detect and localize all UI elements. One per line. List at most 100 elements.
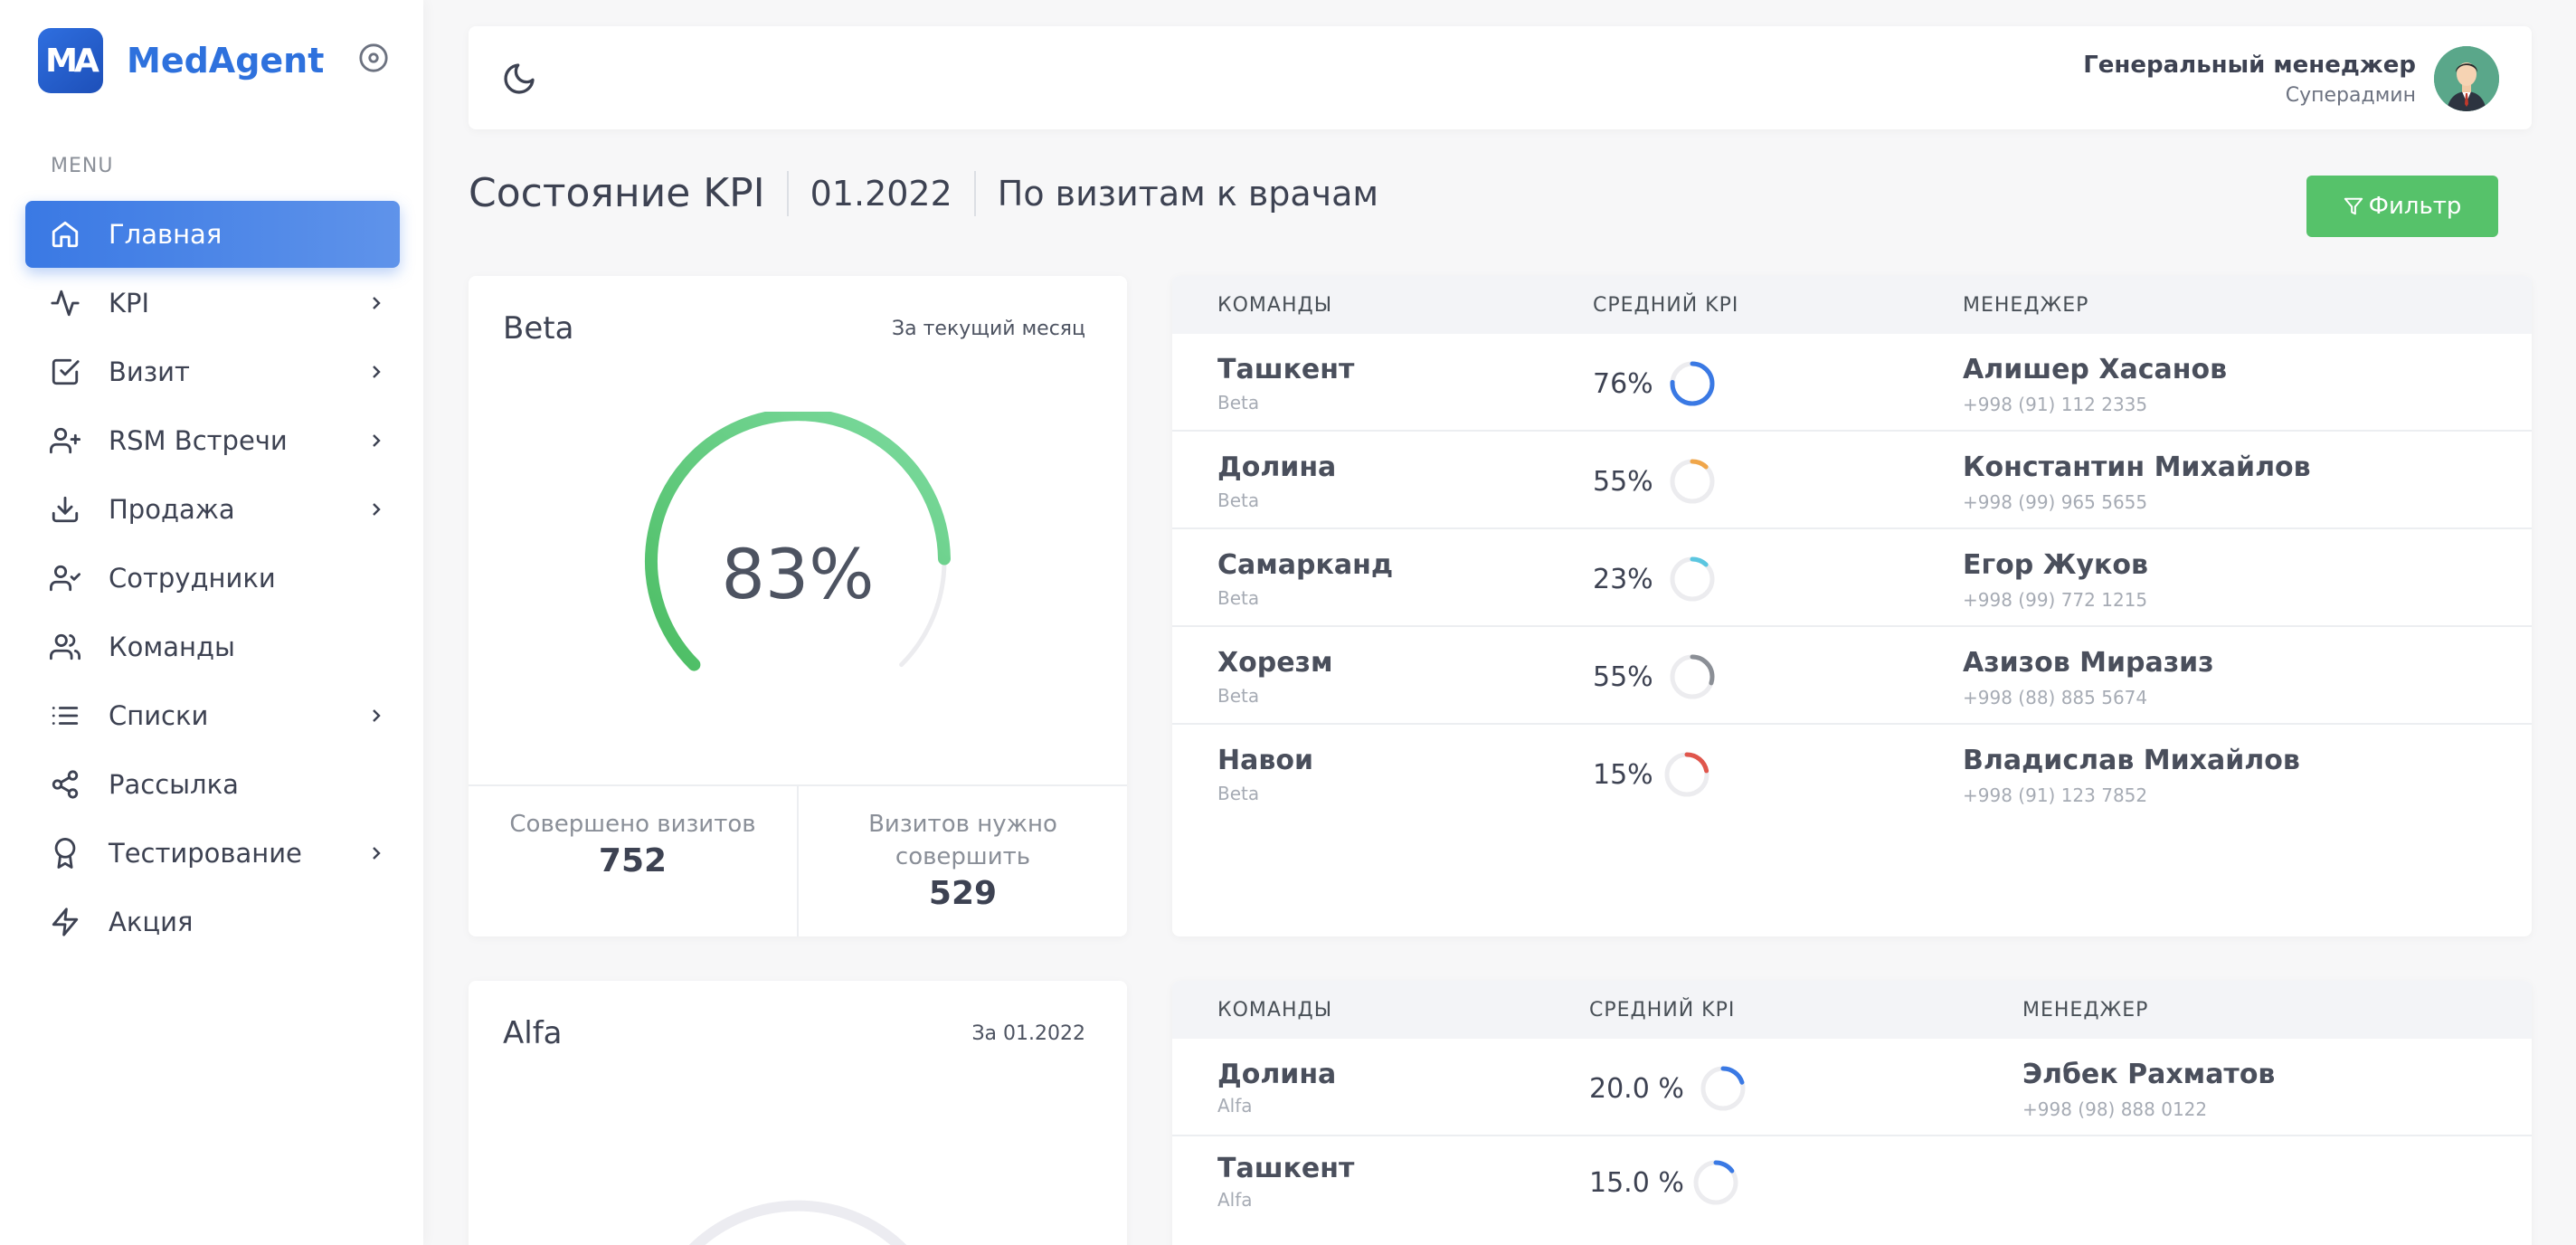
- card-period: За текущий месяц: [892, 317, 1085, 340]
- dark-mode-moon-icon[interactable]: [501, 61, 537, 97]
- kpi-value: 15.0 %: [1589, 1167, 1684, 1199]
- award-icon: [49, 837, 81, 870]
- kpi-ring: [1670, 361, 1715, 406]
- card-period: За 01.2022: [971, 1022, 1085, 1045]
- table-row[interactable]: Долина Alfa 20.0 % Элбек Рахматов +998 (…: [1172, 1039, 2532, 1136]
- team-group: Beta: [1217, 489, 1260, 511]
- kpi-gauge: [688, 1200, 907, 1245]
- card-title: Beta: [503, 310, 574, 347]
- sidebar-item-label: Продажа: [109, 494, 235, 525]
- sidebar-item-testing[interactable]: Тестирование: [25, 820, 400, 887]
- teams-kpi-table-beta: КОМАНДЫ СРЕДНИЙ KPI МЕНЕДЖЕР Ташкент Bet…: [1172, 276, 2532, 936]
- manager-phone: +998 (98) 888 0122: [2022, 1098, 2208, 1120]
- kpi-card-alfa: Alfa За 01.2022: [469, 981, 1127, 1245]
- team-group: Beta: [1217, 587, 1260, 609]
- chevron-right-icon: [373, 366, 381, 378]
- gauge-track: [688, 1200, 907, 1245]
- team-name: Хорезм: [1217, 647, 1333, 679]
- card-title: Alfa: [503, 1015, 563, 1051]
- kpi-ring: [1693, 1160, 1738, 1205]
- sidebar-item-lists[interactable]: Списки: [25, 682, 400, 749]
- team-group: Beta: [1217, 783, 1260, 804]
- divider: [786, 170, 789, 216]
- manager-name: Алишер Хасанов: [1963, 354, 2228, 385]
- sidebar-item-rsm-meetings[interactable]: RSM Встречи: [25, 407, 400, 474]
- activity-icon: [49, 287, 81, 319]
- sidebar-item-visit[interactable]: Визит: [25, 338, 400, 405]
- team-group: Beta: [1217, 392, 1260, 413]
- team-name: Навои: [1217, 745, 1313, 776]
- home-icon: [49, 218, 81, 251]
- sidebar-item-home[interactable]: Главная: [25, 201, 400, 268]
- sidebar-item-mailing[interactable]: Рассылка: [25, 751, 400, 818]
- sidebar-item-label: KPI: [109, 288, 150, 318]
- team-name: Ташкент: [1217, 1153, 1355, 1184]
- table-row[interactable]: Навои Beta 15% Владислав Михайлов +998 (…: [1172, 725, 2532, 822]
- card-footer: Совершено визитов 752 Визитов нужно сове…: [469, 784, 1127, 936]
- topbar: Генеральный менеджер Суперадмин: [469, 26, 2532, 129]
- manager-name: Элбек Рахматов: [2022, 1059, 2276, 1090]
- menu-title: MENU: [51, 155, 114, 177]
- page-header: Состояние KPI 01.2022 По визитам к врача…: [469, 170, 1378, 216]
- manager-phone: +998 (91) 112 2335: [1963, 394, 2148, 415]
- share-icon: [49, 768, 81, 801]
- table-row[interactable]: Самарканд Beta 23% Егор Жуков +998 (99) …: [1172, 529, 2532, 627]
- teams-kpi-table-alfa: КОМАНДЫ СРЕДНИЙ KPI МЕНЕДЖЕР Долина Alfa…: [1172, 981, 2532, 1245]
- manager-phone: +998 (91) 123 7852: [1963, 784, 2148, 806]
- manager-name: Владислав Михайлов: [1963, 745, 2300, 776]
- sidebar-item-label: Рассылка: [109, 769, 239, 800]
- column-header-kpi: СРЕДНИЙ KPI: [1593, 294, 1739, 317]
- table-row[interactable]: Ташкент Alfa 15.0 %: [1172, 1136, 2532, 1234]
- filter-button[interactable]: Фильтр: [2306, 176, 2498, 237]
- check-square-icon: [49, 356, 81, 388]
- visits-needed-value: 529: [928, 875, 998, 912]
- kpi-value: 55%: [1593, 466, 1653, 498]
- kpi-ring: [1664, 752, 1709, 797]
- sidebar-item-label: RSM Встречи: [109, 425, 288, 456]
- sidebar-item-promo[interactable]: Акция: [25, 889, 400, 955]
- manager-phone: +998 (99) 772 1215: [1963, 589, 2148, 611]
- filter-icon: [2344, 197, 2363, 215]
- column-header-manager: МЕНЕДЖЕР: [2022, 999, 2149, 1022]
- brand-name: MedAgent: [127, 41, 325, 81]
- team-name: Ташкент: [1217, 354, 1355, 385]
- brand[interactable]: MA MedAgent: [38, 28, 324, 93]
- list-icon: [49, 699, 81, 732]
- sidebar-item-employees[interactable]: Сотрудники: [25, 545, 400, 612]
- team-name: Самарканд: [1217, 549, 1394, 581]
- sidebar-toggle-icon[interactable]: [356, 41, 391, 75]
- table-row[interactable]: Долина Beta 55% Константин Михайлов +998…: [1172, 432, 2532, 529]
- chevron-right-icon: [373, 434, 381, 447]
- kpi-value: 55%: [1593, 661, 1653, 693]
- table-header: КОМАНДЫ СРЕДНИЙ KPI МЕНЕДЖЕР: [1172, 981, 2532, 1039]
- column-header-manager: МЕНЕДЖЕР: [1963, 294, 2089, 317]
- team-group: Beta: [1217, 685, 1260, 707]
- user-plus-icon: [49, 424, 81, 457]
- user-subrole: Суперадмин: [2285, 83, 2416, 107]
- avatar[interactable]: [2434, 46, 2499, 111]
- sidebar-item-label: Сотрудники: [109, 563, 276, 594]
- manager-name: Константин Михайлов: [1963, 451, 2311, 483]
- team-name: Долина: [1217, 1059, 1337, 1090]
- kpi-ring: [1670, 459, 1715, 504]
- sidebar-item-sales[interactable]: Продажа: [25, 476, 400, 543]
- users-icon: [49, 631, 81, 663]
- visits-done-label: Совершено визитов: [509, 811, 756, 838]
- table-row[interactable]: Ташкент Beta 76% Алишер Хасанов +998 (91…: [1172, 334, 2532, 432]
- sidebar-item-kpi[interactable]: KPI: [25, 270, 400, 337]
- page-subtitle: По визитам к врачам: [997, 173, 1379, 214]
- user-check-icon: [49, 562, 81, 594]
- table-row[interactable]: Хорезм Beta 55% Азизов Миразиз +998 (88)…: [1172, 627, 2532, 725]
- page-date: 01.2022: [810, 173, 952, 214]
- manager-name: Азизов Миразиз: [1963, 647, 2214, 679]
- gauge-percent: 83%: [721, 534, 875, 614]
- visits-done-value: 752: [598, 842, 668, 879]
- visits-needed: Визитов нужно совершить 529: [797, 786, 1127, 936]
- user-menu[interactable]: Генеральный менеджер Суперадмин: [2083, 46, 2499, 111]
- kpi-ring: [1670, 654, 1715, 699]
- sidebar-item-label: Списки: [109, 700, 209, 731]
- zap-icon: [49, 906, 81, 938]
- sidebar-item-teams[interactable]: Команды: [25, 613, 400, 680]
- filter-label: Фильтр: [2368, 193, 2462, 220]
- team-group: Alfa: [1217, 1189, 1253, 1211]
